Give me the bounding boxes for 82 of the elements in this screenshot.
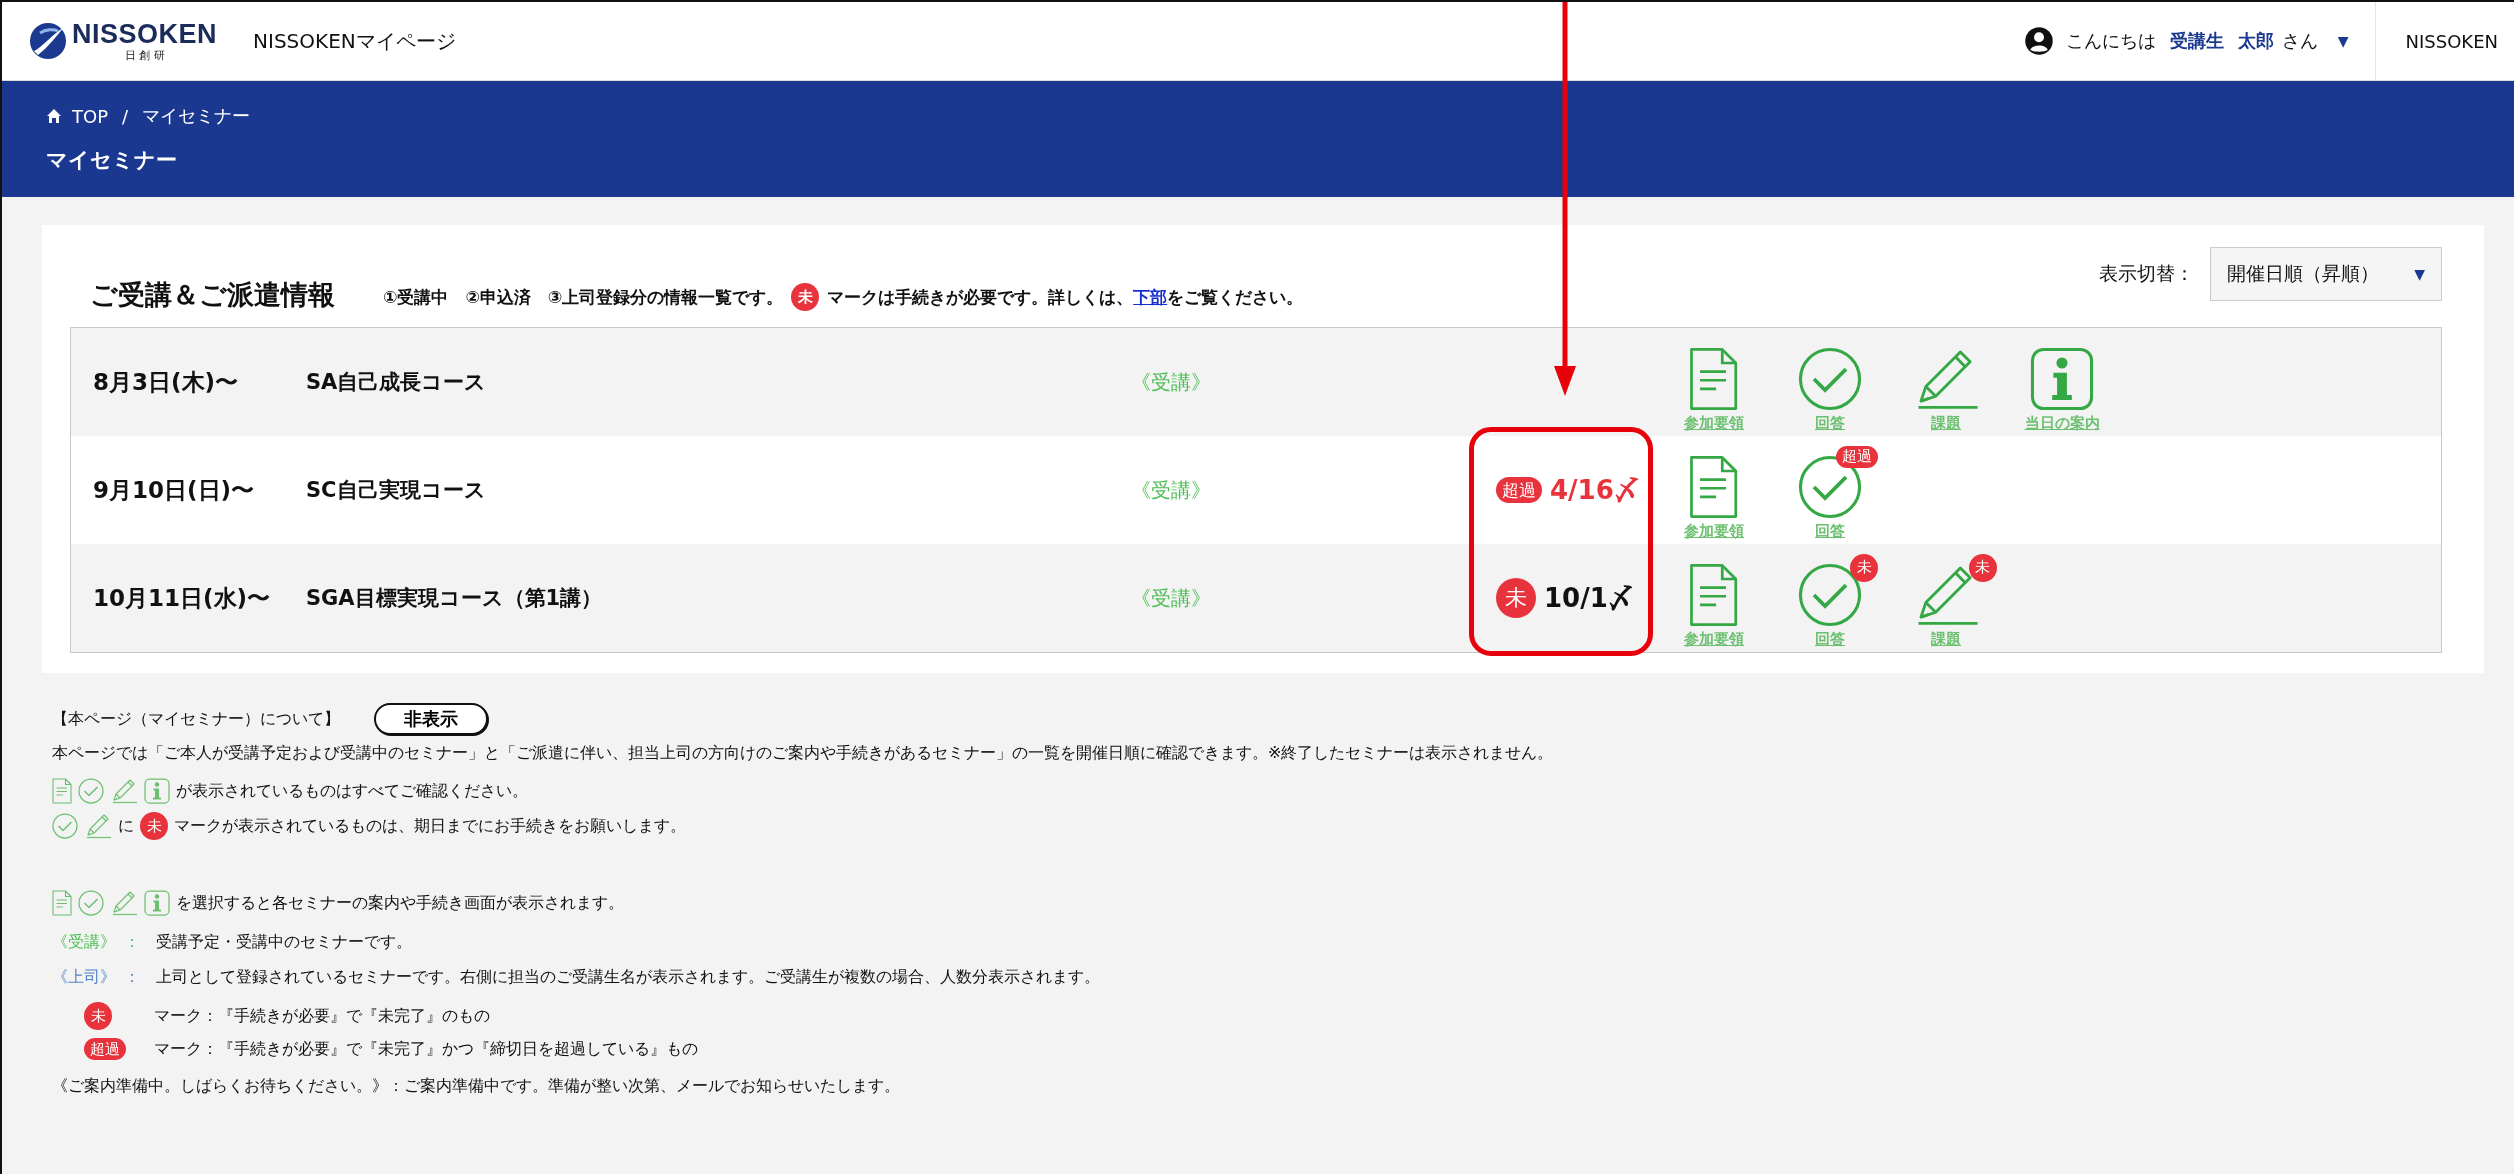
- intro-text: マークは手続きが必要です。詳しくは、下部をご覧ください。: [827, 285, 1304, 309]
- info-icon: [144, 890, 171, 916]
- pending-badge: 未: [140, 812, 169, 840]
- pencil-icon: [84, 813, 113, 839]
- sort-label: 表示切替：: [2099, 261, 2194, 286]
- seminar-date: 8月3日(木)〜: [92, 367, 240, 397]
- deadline-text: 10/1〆: [1544, 581, 1634, 615]
- action-link[interactable]: 課題: [1931, 413, 1961, 433]
- sort-dropdown[interactable]: 開催日順（昇順） ▼: [2210, 247, 2442, 301]
- hide-button[interactable]: 非表示: [374, 703, 488, 735]
- legend-text: マークが表示されているものは、期日までにお手続きをお願いします。: [174, 815, 687, 837]
- seminar-date: 10月11日(水)〜: [92, 583, 272, 613]
- check-circle-icon: [78, 778, 104, 804]
- user-name: 太郎: [2237, 29, 2274, 53]
- legend-text: が表示されているものはすべてご確認ください。: [176, 780, 529, 802]
- legend-text: 上司として登録されているセミナーです。右側に担当のご受講生名が表示されます。ご受講生が複数の場合、人数分表示されます。: [156, 967, 1100, 988]
- course-name: SA自己成長コース: [306, 369, 488, 396]
- course-name: SGA目標実現コース（第1講）: [306, 585, 604, 612]
- attendance-type: 《受講》: [1131, 368, 1212, 396]
- action-link[interactable]: 当日の案内: [2024, 413, 2100, 433]
- document-icon: [52, 778, 72, 804]
- action-link[interactable]: 回答: [1815, 521, 1845, 541]
- type-label: 《上司》: [52, 967, 116, 988]
- greeting-text: さん: [2281, 29, 2318, 53]
- course-name: SC自己実現コース: [306, 477, 487, 504]
- about-title: 【本ページ（マイセミナー）について】: [52, 708, 340, 730]
- pending-badge: 未: [84, 1002, 112, 1030]
- action-link[interactable]: 課題: [1931, 629, 1961, 649]
- action-link[interactable]: 回答: [1815, 413, 1845, 433]
- colon: ：: [124, 932, 140, 953]
- document-icon: [52, 890, 72, 916]
- legend-text: マーク：『手続きが必要』で『未完了』のもの: [154, 1005, 490, 1027]
- seminar-date: 9月10日(日)〜: [92, 475, 256, 505]
- user-menu-caret[interactable]: ▼: [2337, 33, 2349, 49]
- action-link[interactable]: 参加要領: [1684, 413, 1744, 433]
- action-link[interactable]: 回答: [1815, 629, 1845, 649]
- pending-badge: 未: [791, 283, 820, 311]
- document-icon[interactable]: [1689, 562, 1739, 627]
- legend-text: を選択すると各セミナーの案内や手続き画面が表示されます。: [176, 892, 625, 914]
- breadcrumb-separator: /: [122, 105, 129, 127]
- intro-text: ①受講中 ②申込済 ③上司登録分の情報一覧です。: [383, 285, 784, 309]
- overdue-badge: 超過: [1836, 445, 1878, 468]
- check-circle-icon: [78, 890, 104, 916]
- legend-text: に: [118, 815, 135, 837]
- document-icon[interactable]: [1689, 454, 1739, 519]
- logo-icon: [28, 21, 68, 61]
- footer-text: 《ご案内準備中。しばらくお待ちください。》：ご案内準備中です。準備が整い次第、メールでお知らせいたします。: [52, 1076, 901, 1097]
- pencil-icon: [110, 778, 139, 804]
- overdue-badge: 超過: [84, 1038, 126, 1060]
- attendance-type: 《受講》: [1131, 476, 1212, 504]
- info-icon[interactable]: [2030, 346, 2094, 411]
- attendance-type: 《受講》: [1131, 584, 1212, 612]
- check-circle-icon[interactable]: [1798, 346, 1862, 411]
- site-title: NISSOKENマイページ: [253, 27, 456, 55]
- action-link[interactable]: 参加要領: [1684, 629, 1744, 649]
- info-icon: [144, 778, 171, 804]
- action-link[interactable]: 参加要領: [1684, 521, 1744, 541]
- pending-badge: 未: [1496, 578, 1536, 618]
- breadcrumb-link[interactable]: TOP: [72, 105, 109, 127]
- legend-text: マーク：『手続きが必要』で『未完了』かつ『締切日を超過している』もの: [154, 1038, 698, 1060]
- user-icon: [2023, 26, 2054, 56]
- home-icon: [46, 108, 62, 124]
- document-icon[interactable]: [1689, 346, 1739, 411]
- pending-badge: 未: [1850, 553, 1878, 582]
- details-link[interactable]: 下部: [1133, 286, 1168, 307]
- type-label: 《受講》: [52, 932, 116, 953]
- logo-text: NISSOKEN: [72, 21, 218, 48]
- user-role: 受講生: [2169, 29, 2224, 53]
- nav-link[interactable]: NISSOKEN: [2375, 30, 2514, 52]
- pencil-icon: [110, 890, 139, 916]
- deadline-text: 4/16〆: [1550, 473, 1640, 507]
- check-circle-icon: [52, 813, 78, 839]
- pending-badge: 未: [1968, 553, 1997, 582]
- breadcrumb-link[interactable]: マイセミナー: [142, 104, 251, 128]
- description-text: 本ページでは「ご本人が受講予定および受講中のセミナー」と「ご派遣に伴い、担当上司の方向けのご案内や手続きがあるセミナー」の一覧を開催日順に確認できます。※終了したセミナーは表示されません。: [52, 743, 1555, 764]
- overdue-badge: 超過: [1496, 477, 1542, 503]
- colon: ：: [124, 967, 140, 988]
- logo-subtitle: 日 創 研: [124, 50, 165, 61]
- page-title: マイセミナー: [46, 147, 178, 174]
- legend-text: 受講予定・受講中のセミナーです。: [156, 932, 412, 953]
- section-title: ご受講＆ご派遣情報: [90, 278, 335, 312]
- greeting-text: こんにちは: [2065, 29, 2156, 53]
